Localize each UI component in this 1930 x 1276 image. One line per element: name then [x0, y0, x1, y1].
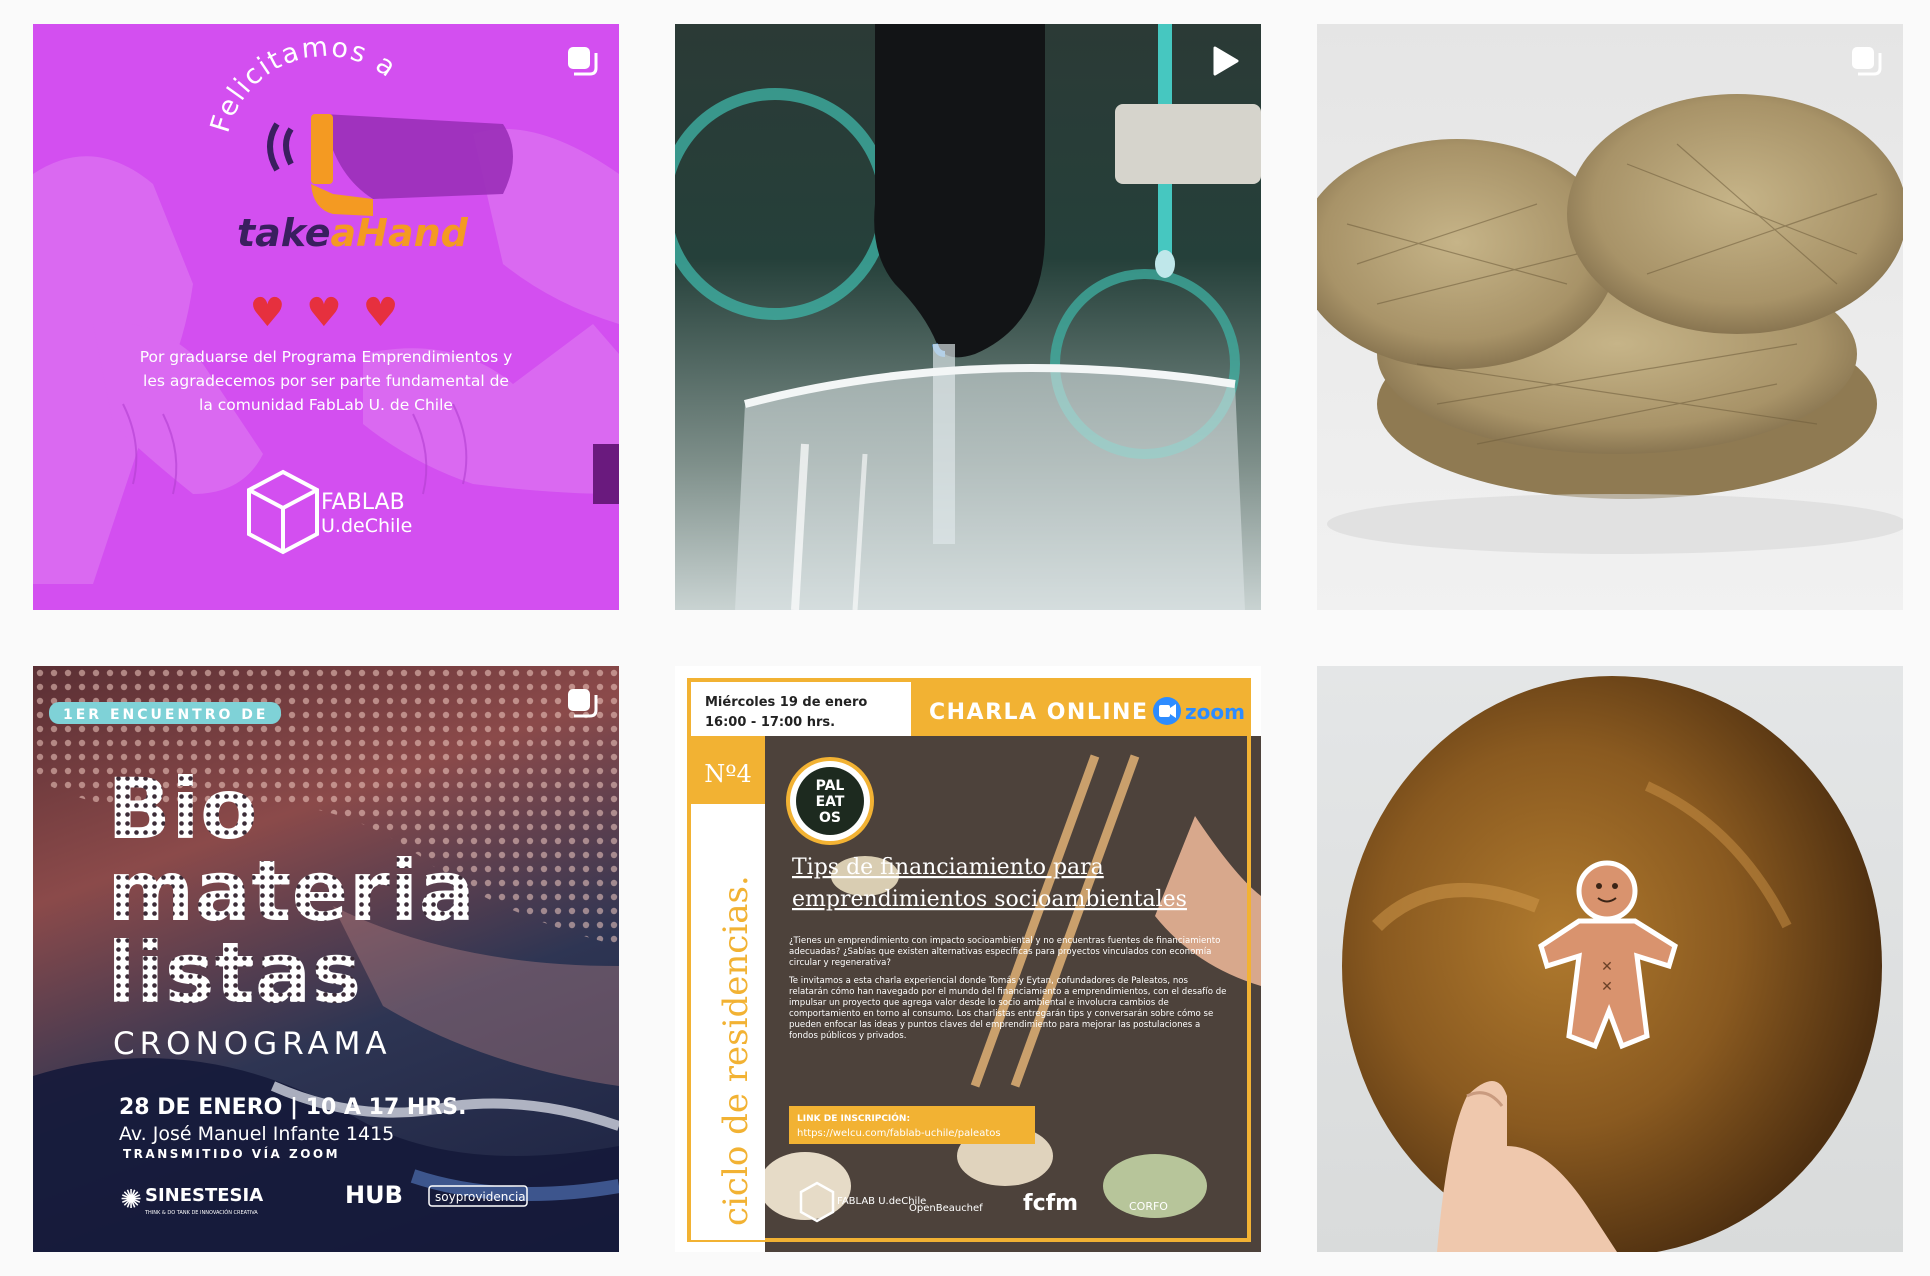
brand-a: a	[331, 211, 357, 255]
svg-text:U.deChile: U.deChile	[321, 515, 412, 537]
flyer-paragraph-1: ¿Tienes un emprendimiento con impacto so…	[789, 936, 1221, 968]
footer-logo-openbeauchef: OpenBeauchef	[909, 1203, 983, 1214]
flyer-link-url: https://welcu.com/fablab-uchile/paleatos	[797, 1128, 1001, 1139]
svg-text:✕: ✕	[1601, 959, 1613, 975]
carousel-icon	[568, 689, 598, 718]
post-image-charla: Nº4 ciclo de residencias. Miércoles 19 d…	[687, 678, 1261, 1252]
carousel-icon	[1852, 47, 1882, 76]
post-image-bioplastic: ✕ ✕	[1342, 676, 1882, 1252]
post-image-takeahand: Felicitamos a takeaHand ♥ ♥ ♥ Por gradua…	[33, 31, 619, 584]
sponsor-caption: THINK & DO TANK DE INNOVACIÓN CREATIVA	[144, 1209, 258, 1216]
zoom-logo: zoom	[1185, 700, 1245, 724]
svg-text:✕: ✕	[1601, 979, 1613, 995]
flyer-title-line-1: Tips de financiamiento para	[792, 855, 1104, 880]
post-message-line-3: la comunidad FabLab U. de Chile	[199, 396, 453, 414]
flyer-series: ciclo de residencias.	[716, 875, 756, 1226]
sponsor-sinestesia: SINESTESIA	[145, 1185, 263, 1206]
hearts-icon: ♥ ♥ ♥	[249, 290, 402, 336]
event-date: 28 DE ENERO | 10 A 17 HRS.	[119, 1095, 466, 1120]
flyer-title-line-2: emprendimientos socioambientales	[792, 887, 1187, 912]
sponsor-providencia: soyprovidencia	[435, 1190, 526, 1204]
post-tile-bioplastic[interactable]: ✕ ✕	[1317, 666, 1903, 1252]
footer-logo-corfo: CORFO	[1129, 1200, 1168, 1213]
profile-post-grid: Felicitamos a takeaHand ♥ ♥ ♥ Por gradua…	[0, 0, 1930, 1276]
post-tile-takeahand[interactable]: Felicitamos a takeaHand ♥ ♥ ♥ Por gradua…	[33, 24, 619, 610]
flyer-date: Miércoles 19 de enero	[705, 695, 867, 710]
post-message-line-2: les agradecemos por ser parte fundamenta…	[143, 372, 509, 390]
brand-hand: Hand	[356, 211, 468, 255]
svg-text:OS: OS	[819, 810, 841, 826]
paleatos-logo: PAL	[816, 778, 845, 794]
post-message-line-1: Por graduarse del Programa Emprendimient…	[140, 348, 513, 366]
svg-text:takeaHand: takeaHand	[237, 211, 469, 255]
post-image-lab	[675, 24, 1261, 610]
svg-text:EAT: EAT	[816, 794, 845, 810]
post-tile-video[interactable]	[675, 24, 1261, 610]
post-tile-charla-online[interactable]: Nº4 ciclo de residencias. Miércoles 19 d…	[675, 666, 1261, 1252]
sponsor-hub: HUB	[345, 1181, 403, 1209]
event-subtitle: CRONOGRAMA	[113, 1026, 392, 1062]
flyer-link-label: LINK DE INSCRIPCIÓN:	[797, 1112, 910, 1124]
flyer-time: 16:00 - 17:00 hrs.	[705, 715, 835, 730]
post-tile-biomaterialistas[interactable]: 1ER ENCUENTRO DE Bio materia listas CRON…	[33, 666, 619, 1252]
svg-text:FABLAB: FABLAB	[321, 490, 405, 515]
event-title-line-3: listas	[107, 924, 361, 1022]
brand-take: take	[237, 211, 331, 255]
event-address: Av. José Manuel Infante 1415	[119, 1123, 394, 1145]
flyer-number: Nº4	[704, 760, 752, 788]
post-image-fiber-discs	[1317, 94, 1903, 554]
post-image-biomaterialistas: 1ER ENCUENTRO DE Bio materia listas CRON…	[33, 666, 619, 1252]
flyer-paragraph-2: Te invitamos a esta charla experiencial …	[789, 976, 1227, 1041]
flyer-header: CHARLA ONLINE	[929, 700, 1149, 725]
event-stream: TRANSMITIDO VÍA ZOOM	[123, 1146, 340, 1161]
carousel-icon	[568, 47, 598, 76]
footer-logo-fcfm: fcfm	[1023, 1191, 1078, 1216]
play-icon	[1213, 46, 1239, 76]
event-tag: 1ER ENCUENTRO DE	[63, 707, 268, 723]
fablab-logo: FABLAB U.deChile	[247, 469, 412, 555]
sinestesia-icon: ✺	[120, 1185, 142, 1215]
post-tile-fiber-discs[interactable]	[1317, 24, 1903, 610]
